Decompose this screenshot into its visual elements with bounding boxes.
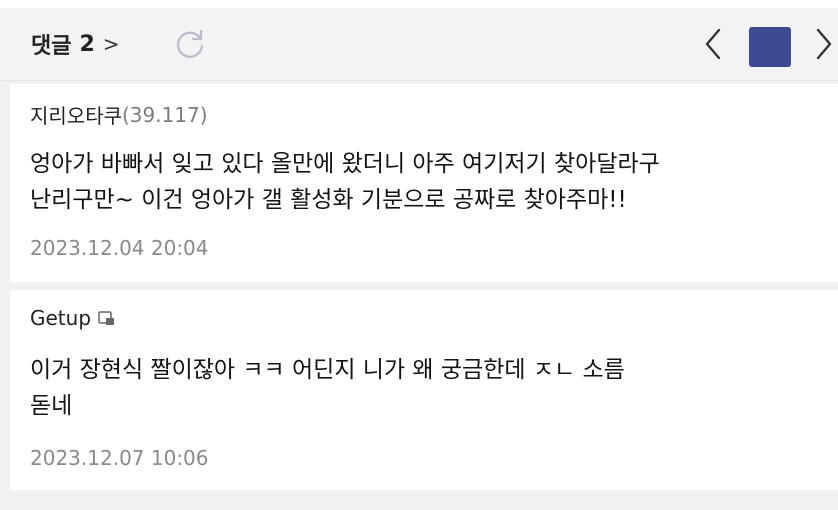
comment-date: 2023.12.07 10:06	[30, 446, 209, 470]
comment-count-value: 2	[79, 31, 95, 57]
comment-body: 엉아가 바빠서 잊고 있다 올만에 왔더니 아주 여기저기 찾아달라구 난리구만…	[30, 151, 660, 213]
refresh-button[interactable]	[168, 22, 212, 66]
comment-author[interactable]: 지리오타쿠 (39.117)	[30, 100, 208, 129]
comment-body: 이거 장현식 짤이잖아 ㅋㅋ 어딘지 니가 왜 궁금한데 ㅈㄴ 소름 돋네	[30, 357, 625, 419]
comment-item: 지리오타쿠 (39.117) 엉아가 바빠서 잊고 있다 올만에 왔더니 아주 여…	[10, 84, 838, 282]
author-name: Getup	[30, 306, 92, 330]
chevron-right-icon	[816, 28, 832, 60]
nav-square-button[interactable]	[749, 27, 791, 67]
comment-header: 댓글 2 >	[0, 8, 838, 81]
author-name: 지리오타쿠	[30, 104, 122, 128]
member-badge-icon	[98, 310, 115, 326]
comment-item: Getup 이거 장현식 짤이잖아 ㅋㅋ 어딘지 니가 왜 궁금한데 ㅈㄴ 소름…	[10, 290, 838, 490]
top-strip	[0, 0, 838, 8]
prev-button[interactable]	[698, 22, 728, 66]
chevron-left-icon	[705, 28, 721, 60]
comment-author[interactable]: Getup	[30, 306, 115, 330]
next-button[interactable]	[810, 22, 838, 66]
author-score: (39.117)	[122, 102, 208, 127]
chevron-right-small-icon: >	[102, 32, 120, 56]
comment-count-button[interactable]: 댓글 2 >	[31, 28, 120, 60]
comment-date: 2023.12.04 20:04	[30, 236, 209, 260]
comment-label: 댓글	[31, 34, 72, 59]
refresh-icon	[176, 29, 204, 58]
